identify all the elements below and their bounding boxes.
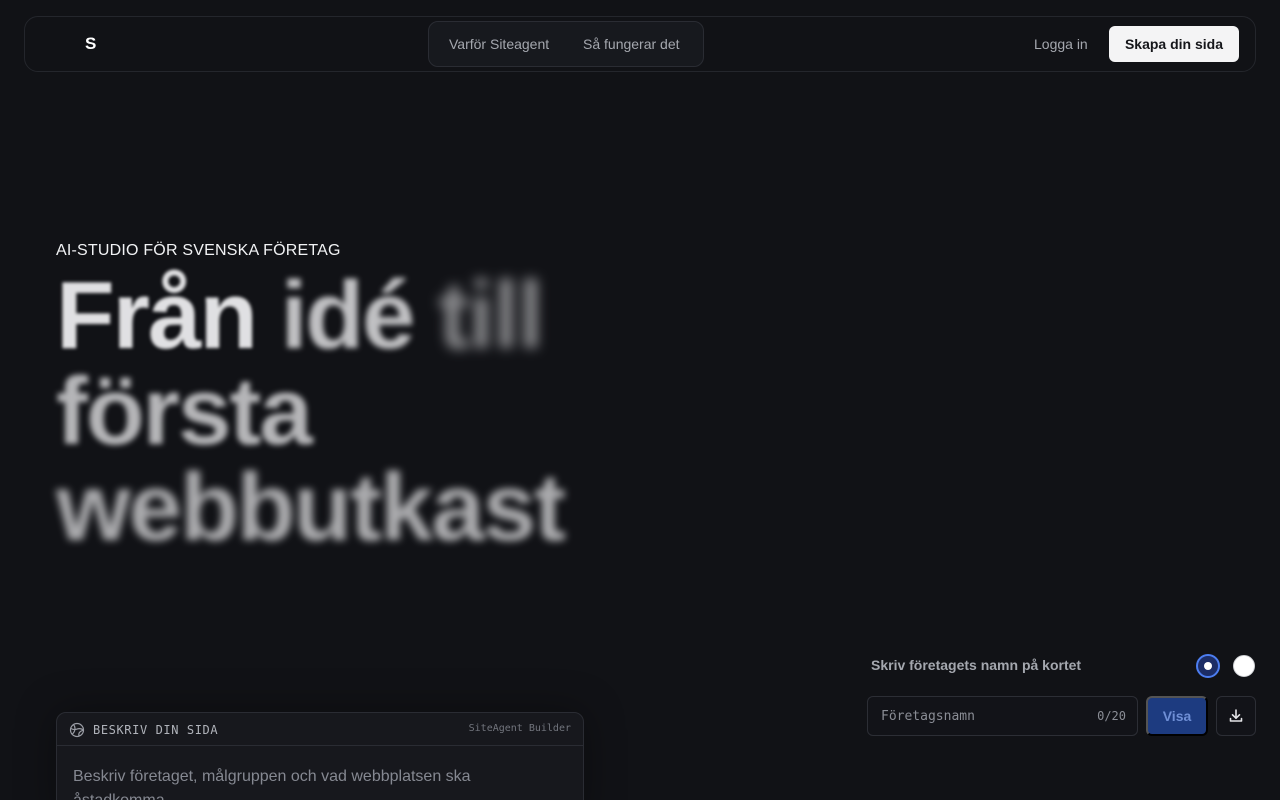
download-button[interactable] <box>1216 696 1256 736</box>
headline-word: till <box>438 262 544 369</box>
nav-links: Varför Siteagent Så fungerar det <box>428 21 704 67</box>
hero-headline: Från idé till första webbutkast <box>56 268 676 556</box>
theme-dark-swatch[interactable] <box>1196 654 1220 678</box>
builder-card-header: BESKRIV DIN SIDA SiteAgent Builder <box>57 713 583 746</box>
nav-link-how[interactable]: Så fungerar det <box>583 36 680 52</box>
create-site-button[interactable]: Skapa din sida <box>1109 26 1239 62</box>
headline-word: idé <box>280 262 416 369</box>
login-link[interactable]: Logga in <box>1034 36 1088 52</box>
download-icon <box>1229 709 1243 722</box>
top-nav: S Varför Siteagent Så fungerar det Logga… <box>24 16 1256 72</box>
headline-word: första <box>56 358 313 465</box>
nav-link-why[interactable]: Varför Siteagent <box>449 36 549 52</box>
char-counter: 0/20 <box>1097 709 1126 723</box>
globe-icon <box>69 722 85 738</box>
company-name-field: 0/20 <box>867 696 1138 736</box>
builder-card: BESKRIV DIN SIDA SiteAgent Builder Beskr… <box>56 712 584 800</box>
hero-eyebrow: AI-STUDIO FÖR SVENSKA FÖRETAG <box>56 242 341 259</box>
logo[interactable]: S <box>85 34 96 54</box>
headline-word: webbutkast <box>56 454 566 561</box>
describe-textarea[interactable]: Beskriv företaget, målgruppen och vad we… <box>73 765 533 800</box>
theme-light-swatch[interactable] <box>1233 655 1255 677</box>
show-button[interactable]: Visa <box>1146 696 1208 736</box>
builder-card-tag: SiteAgent Builder <box>468 723 571 734</box>
headline-word: Från <box>56 262 258 369</box>
builder-card-title: BESKRIV DIN SIDA <box>93 723 219 737</box>
card-name-label: Skriv företagets namn på kortet <box>871 657 1082 673</box>
